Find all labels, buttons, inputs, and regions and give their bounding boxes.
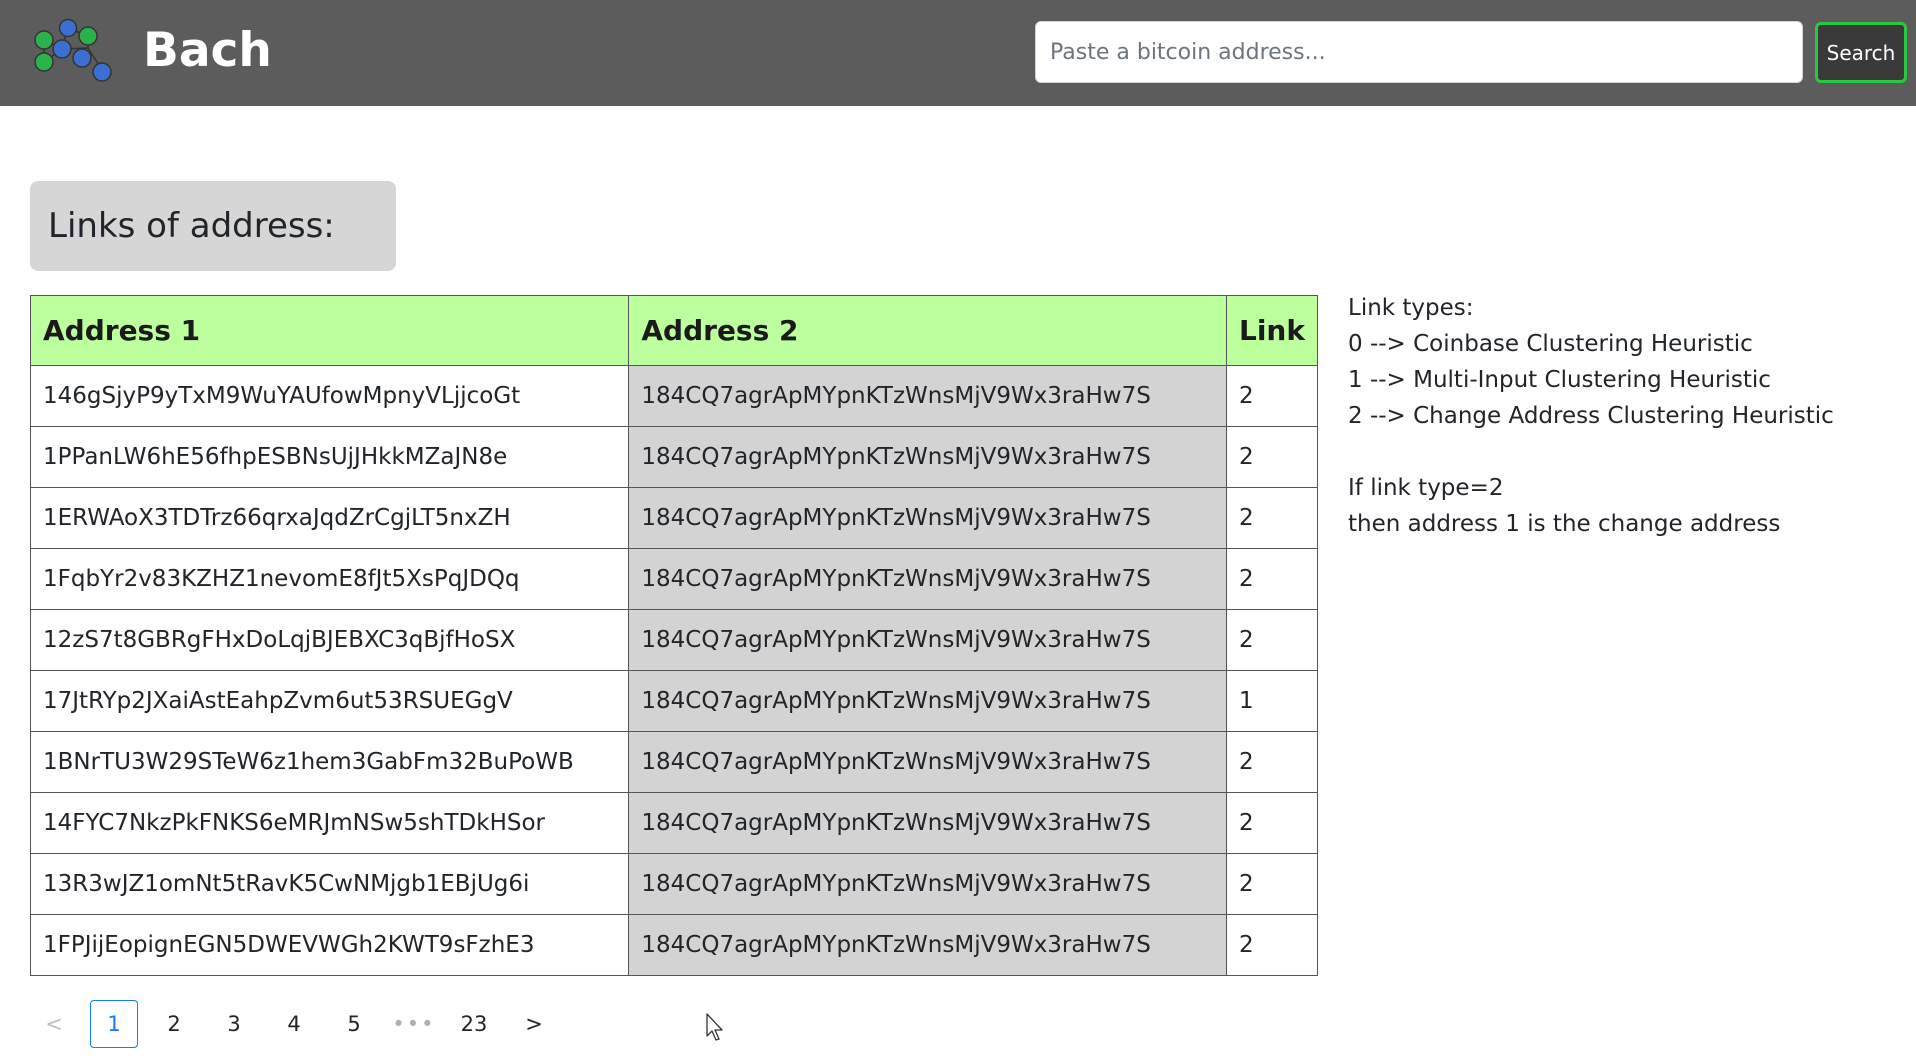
page-2-button[interactable]: 2 — [150, 1000, 198, 1048]
page-23-button[interactable]: 23 — [450, 1000, 498, 1048]
prev-page-button[interactable]: < — [30, 1000, 78, 1048]
table-row: 1ERWAoX3TDTrz66qrxaJqdZrCgjLT5nxZH 184CQ… — [29, 487, 1319, 549]
mouse-pointer-icon — [706, 1013, 723, 1041]
link-type-cell: 2 — [1225, 426, 1319, 488]
header-link: Link — [1225, 295, 1319, 366]
address-1-cell: 14FYC7NkzPkFNKS6eMRJmNSw5shTDkHSor — [29, 792, 630, 854]
legend-item-coinbase: 0 --> Coinbase Clustering Heuristic — [1348, 331, 1753, 357]
address-1-cell: 1FqbYr2v83KZHZ1nevomE8fJt5XsPqJDQq — [29, 548, 630, 610]
address-1-cell: 12zS7t8GBRgFHxDoLqjBJEBXC3qBjfHoSX — [29, 609, 630, 671]
address-1-cell: 13R3wJZ1omNt5tRavK5CwNMjgb1EBjUg6i — [29, 853, 630, 915]
address-1-cell: 1PPanLW6hE56fhpESBNsUjJHkkMZaJN8e — [29, 426, 630, 488]
header-address-1: Address 1 — [29, 295, 630, 366]
page-1-button[interactable]: 1 — [90, 1000, 138, 1048]
legend-item-change-address: 2 --> Change Address Clustering Heuristi… — [1348, 403, 1834, 429]
next-page-button[interactable]: > — [510, 1000, 558, 1048]
table-header-row: Address 1 Address 2 Link — [29, 295, 1319, 366]
link-type-cell: 2 — [1225, 731, 1319, 793]
table-row: 14FYC7NkzPkFNKS6eMRJmNSw5shTDkHSor 184CQ… — [29, 792, 1319, 854]
page-5-button[interactable]: 5 — [330, 1000, 378, 1048]
navbar: Bach Search — [0, 0, 1916, 106]
address-1-cell: 146gSjyP9yTxM9WuYAUfowMpnyVLjjcoGt — [29, 365, 630, 427]
link-type-cell: 2 — [1225, 609, 1319, 671]
link-type-cell: 2 — [1225, 914, 1319, 976]
address-1-cell: 1ERWAoX3TDTrz66qrxaJqdZrCgjLT5nxZH — [29, 487, 630, 549]
table-row: 1FPJijEopignEGN5DWEVWGh2KWT9sFzhE3 184CQ… — [29, 914, 1319, 976]
link-type-cell: 1 — [1225, 670, 1319, 732]
table-row: 1PPanLW6hE56fhpESBNsUjJHkkMZaJN8e 184CQ7… — [29, 426, 1319, 488]
table-row: 12zS7t8GBRgFHxDoLqjBJEBXC3qBjfHoSX 184CQ… — [29, 609, 1319, 671]
table-row: 17JtRYp2JXaiAstEahpZvm6ut53RSUEGgV 184CQ… — [29, 670, 1319, 732]
search-input[interactable] — [1035, 21, 1803, 83]
page-4-button[interactable]: 4 — [270, 1000, 318, 1048]
address-2-cell: 184CQ7agrApMYpnKTzWnsMjV9Wx3raHw7S — [628, 609, 1227, 671]
address-1-cell: 1FPJijEopignEGN5DWEVWGh2KWT9sFzhE3 — [29, 914, 630, 976]
address-2-cell: 184CQ7agrApMYpnKTzWnsMjV9Wx3raHw7S — [628, 731, 1227, 793]
table-row: 13R3wJZ1omNt5tRavK5CwNMjgb1EBjUg6i 184CQ… — [29, 853, 1319, 915]
links-count-box: Links of address: 228 — [30, 181, 396, 336]
address-2-cell: 184CQ7agrApMYpnKTzWnsMjV9Wx3raHw7S — [628, 365, 1227, 427]
address-1-cell: 17JtRYp2JXaiAstEahpZvm6ut53RSUEGgV — [29, 670, 630, 732]
brand-title[interactable]: Bach — [143, 20, 272, 82]
pagination: < 1 2 3 4 5 ••• 23 > — [30, 1000, 570, 1048]
search-button[interactable]: Search — [1815, 22, 1907, 83]
address-2-cell: 184CQ7agrApMYpnKTzWnsMjV9Wx3raHw7S — [628, 670, 1227, 732]
links-table: Address 1 Address 2 Link 146gSjyP9yTxM9W… — [29, 295, 1319, 976]
legend-title: Link types: — [1348, 295, 1474, 321]
table-row: 1BNrTU3W29STeW6z1hem3GabFm32BuPoWB 184CQ… — [29, 731, 1319, 793]
legend-note-line-1: If link type=2 — [1348, 475, 1504, 501]
address-2-cell: 184CQ7agrApMYpnKTzWnsMjV9Wx3raHw7S — [628, 914, 1227, 976]
legend-note-line-2: then address 1 is the change address — [1348, 511, 1781, 537]
legend-item-multi-input: 1 --> Multi-Input Clustering Heuristic — [1348, 367, 1771, 393]
header-address-2: Address 2 — [628, 295, 1227, 366]
link-types-legend: Link types: 0 --> Coinbase Clustering He… — [1348, 290, 1834, 542]
address-2-cell: 184CQ7agrApMYpnKTzWnsMjV9Wx3raHw7S — [628, 853, 1227, 915]
table-row: 1FqbYr2v83KZHZ1nevomE8fJt5XsPqJDQq 184CQ… — [29, 548, 1319, 610]
jump-next-pages-button[interactable]: ••• — [390, 1000, 438, 1048]
page-3-button[interactable]: 3 — [210, 1000, 258, 1048]
link-type-cell: 2 — [1225, 487, 1319, 549]
link-type-cell: 2 — [1225, 792, 1319, 854]
address-2-cell: 184CQ7agrApMYpnKTzWnsMjV9Wx3raHw7S — [628, 548, 1227, 610]
address-1-cell: 1BNrTU3W29STeW6z1hem3GabFm32BuPoWB — [29, 731, 630, 793]
table-row: 146gSjyP9yTxM9WuYAUfowMpnyVLjjcoGt 184CQ… — [29, 365, 1319, 427]
address-2-cell: 184CQ7agrApMYpnKTzWnsMjV9Wx3raHw7S — [628, 792, 1227, 854]
link-type-cell: 2 — [1225, 365, 1319, 427]
address-2-cell: 184CQ7agrApMYpnKTzWnsMjV9Wx3raHw7S — [628, 487, 1227, 549]
link-type-cell: 2 — [1225, 548, 1319, 610]
link-type-cell: 2 — [1225, 853, 1319, 915]
address-2-cell: 184CQ7agrApMYpnKTzWnsMjV9Wx3raHw7S — [628, 426, 1227, 488]
network-graph-logo-icon[interactable] — [30, 18, 124, 90]
legend-spacer — [1348, 434, 1834, 470]
